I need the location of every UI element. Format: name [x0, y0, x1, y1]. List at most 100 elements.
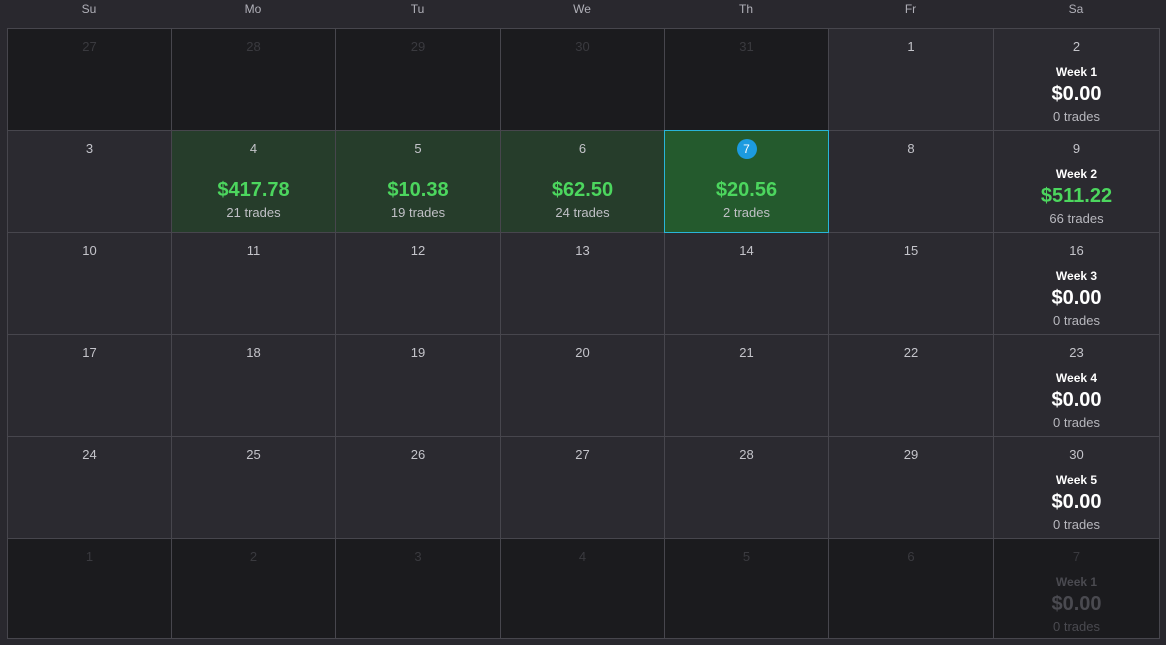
- week-trade-count: 0 trades: [1053, 415, 1100, 430]
- day-number: 15: [903, 243, 919, 258]
- day-number: 5: [742, 549, 751, 564]
- weekday-header: Su Mo Tu We Th Fr Sa: [7, 0, 1159, 28]
- week-summary-cell[interactable]: 30 Week 5 $0.00 0 trades: [993, 436, 1160, 539]
- weekday-label: Sa: [1068, 2, 1084, 16]
- calendar-day[interactable]: 5 $10.38 19 trades: [335, 130, 501, 233]
- weekday-label: Tu: [410, 2, 425, 16]
- week-summary-cell[interactable]: 16 Week 3 $0.00 0 trades: [993, 232, 1160, 335]
- day-number: 29: [903, 447, 919, 462]
- day-number: 9: [1072, 141, 1081, 156]
- day-number: 2: [249, 549, 258, 564]
- calendar-day[interactable]: 22: [828, 334, 994, 437]
- day-number: 3: [85, 141, 94, 156]
- calendar-day[interactable]: 25: [171, 436, 336, 539]
- day-pnl: $20.56: [715, 179, 778, 201]
- day-number: 22: [903, 345, 919, 360]
- week-label: Week 1: [1055, 65, 1098, 79]
- week-label: Week 1: [1055, 575, 1098, 589]
- week-label: Week 5: [1055, 473, 1098, 487]
- week-trade-count: 0 trades: [1053, 109, 1100, 124]
- weekday-label: We: [573, 2, 591, 16]
- day-trade-count: 21 trades: [226, 205, 281, 220]
- calendar-day[interactable]: 6 $62.50 24 trades: [500, 130, 665, 233]
- day-pnl: $62.50: [551, 179, 614, 201]
- day-number: 16: [1069, 243, 1084, 258]
- day-pnl: $417.78: [217, 179, 290, 201]
- calendar-day[interactable]: 8: [828, 130, 994, 233]
- day-number: 18: [246, 345, 261, 360]
- calendar-day[interactable]: 6: [828, 538, 994, 639]
- calendar-day[interactable]: 21: [664, 334, 829, 437]
- calendar-day[interactable]: 27: [7, 28, 172, 131]
- day-trade-count: 24 trades: [555, 205, 610, 220]
- day-number: 7: [1072, 549, 1081, 564]
- calendar-day[interactable]: 31: [664, 28, 829, 131]
- day-number: 3: [414, 549, 422, 564]
- week-label: Week 3: [1055, 269, 1098, 283]
- day-number: 27: [575, 447, 590, 462]
- day-number: 12: [410, 243, 426, 258]
- day-number: 5: [414, 141, 422, 156]
- calendar-day[interactable]: 17: [7, 334, 172, 437]
- day-number: 13: [575, 243, 590, 258]
- weekday-label: Th: [738, 2, 753, 16]
- day-number: 6: [907, 549, 915, 564]
- calendar-day[interactable]: 28: [171, 28, 336, 131]
- day-number: 8: [907, 141, 915, 156]
- calendar-day[interactable]: 3: [7, 130, 172, 233]
- day-number: 11: [246, 243, 261, 258]
- calendar-day[interactable]: 3: [335, 538, 501, 639]
- calendar-day[interactable]: 20: [500, 334, 665, 437]
- day-number: 23: [1069, 345, 1084, 360]
- calendar-day[interactable]: 27: [500, 436, 665, 539]
- week-pnl: $0.00: [1051, 491, 1102, 513]
- calendar-day[interactable]: 5: [664, 538, 829, 639]
- calendar-day[interactable]: 28: [664, 436, 829, 539]
- calendar-day[interactable]: 26: [335, 436, 501, 539]
- day-trade-count: 2 trades: [723, 205, 770, 220]
- calendar-day[interactable]: 24: [7, 436, 172, 539]
- calendar-day[interactable]: 4 $417.78 21 trades: [171, 130, 336, 233]
- calendar-day[interactable]: 30: [500, 28, 665, 131]
- day-number: 19: [410, 345, 426, 360]
- calendar-day[interactable]: 19: [335, 334, 501, 437]
- week-trade-count: 66 trades: [1049, 211, 1104, 226]
- week-summary-cell[interactable]: 7 Week 1 $0.00 0 trades: [993, 538, 1160, 639]
- day-pnl: $10.38: [387, 179, 449, 201]
- day-number: 2: [1072, 39, 1081, 54]
- week-trade-count: 0 trades: [1053, 517, 1100, 532]
- calendar-day-today[interactable]: 7 $20.56 2 trades: [664, 130, 829, 233]
- day-number: 28: [739, 447, 754, 462]
- calendar-day[interactable]: 2: [171, 538, 336, 639]
- calendar-day[interactable]: 12: [335, 232, 501, 335]
- weekday-label: Su: [81, 2, 97, 16]
- calendar-day[interactable]: 1: [7, 538, 172, 639]
- calendar-grid: 27 28 29 30 31 1 2 Week 1 $0.00 0 trades 3 4 $417.78…: [7, 28, 1160, 639]
- calendar-day[interactable]: 29: [335, 28, 501, 131]
- day-number: 21: [739, 345, 754, 360]
- week-pnl: $0.00: [1051, 83, 1102, 105]
- calendar-day[interactable]: 15: [828, 232, 994, 335]
- calendar-day[interactable]: 14: [664, 232, 829, 335]
- calendar-day[interactable]: 13: [500, 232, 665, 335]
- week-pnl: $0.00: [1051, 287, 1102, 309]
- day-number: 25: [246, 447, 261, 462]
- calendar-day[interactable]: 1: [828, 28, 994, 131]
- day-number: 24: [82, 447, 97, 462]
- week-summary-cell[interactable]: 9 Week 2 $511.22 66 trades: [993, 130, 1160, 233]
- day-number: 28: [246, 39, 261, 54]
- calendar-day[interactable]: 11: [171, 232, 336, 335]
- calendar-day[interactable]: 4: [500, 538, 665, 639]
- day-number: 1: [85, 549, 94, 564]
- week-trade-count: 0 trades: [1053, 313, 1100, 328]
- day-number: 14: [739, 243, 754, 258]
- day-number: 6: [578, 141, 587, 156]
- week-trade-count: 0 trades: [1053, 619, 1100, 634]
- day-number: 26: [410, 447, 426, 462]
- calendar-day[interactable]: 18: [171, 334, 336, 437]
- week-summary-cell[interactable]: 2 Week 1 $0.00 0 trades: [993, 28, 1160, 131]
- calendar-day[interactable]: 29: [828, 436, 994, 539]
- calendar-day[interactable]: 10: [7, 232, 172, 335]
- week-summary-cell[interactable]: 23 Week 4 $0.00 0 trades: [993, 334, 1160, 437]
- day-number: 7: [665, 139, 828, 159]
